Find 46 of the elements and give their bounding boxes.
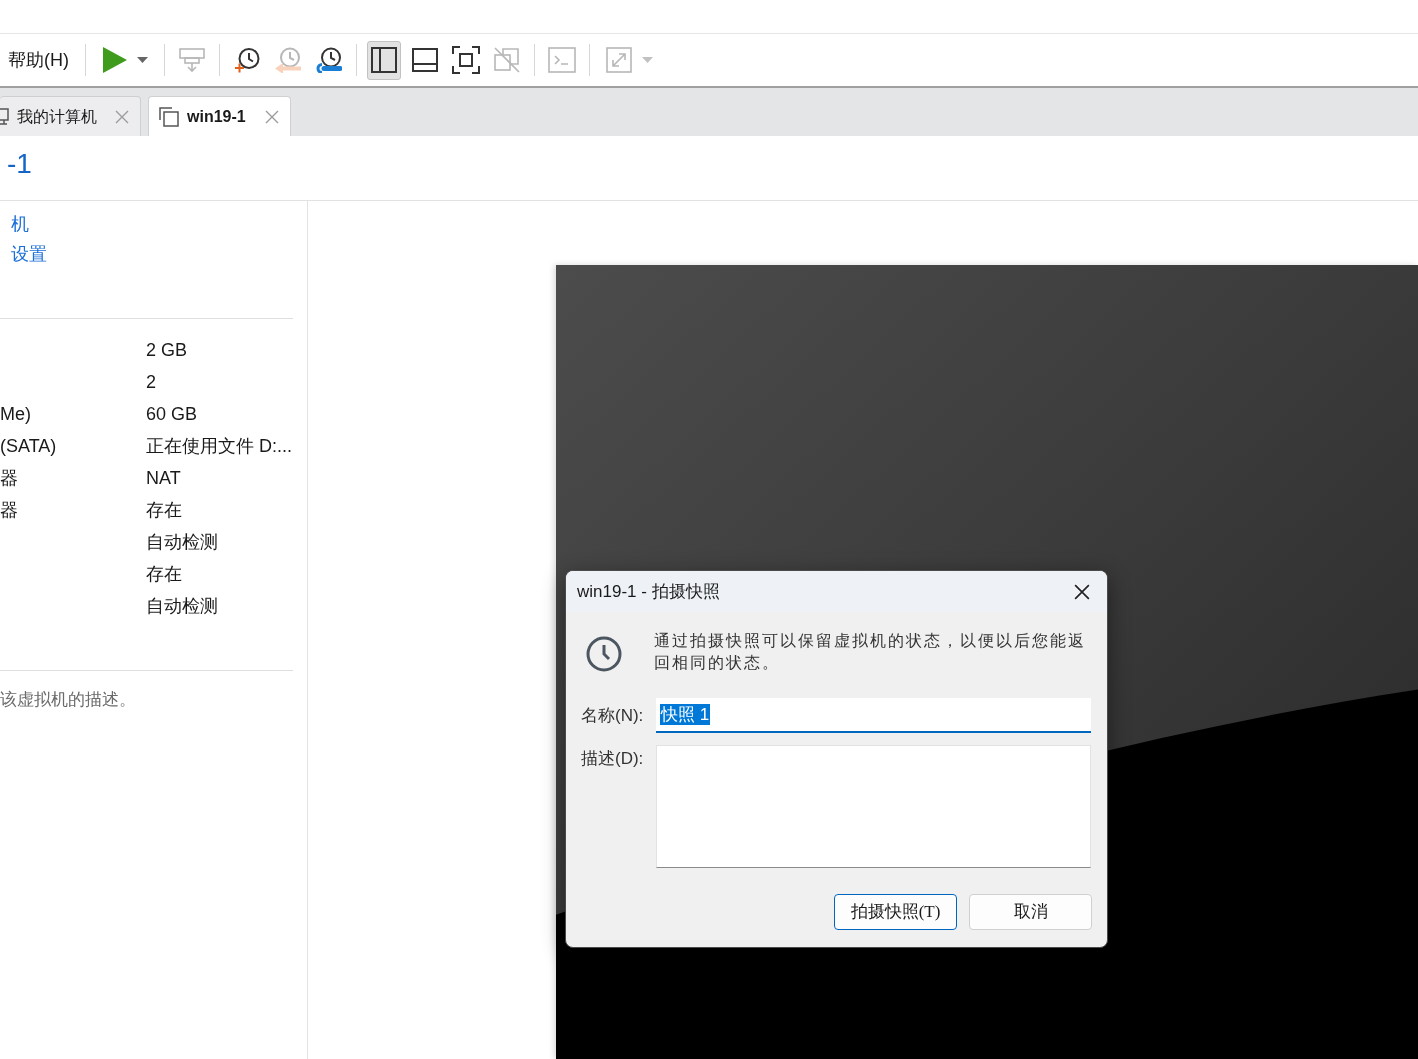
sidebar-layout-icon [371,47,397,73]
caret-icon [136,57,148,63]
description-input-field[interactable] [656,745,1091,868]
clock-wrench-icon [316,47,342,73]
clock-plus-icon [234,47,260,73]
name-input-field[interactable]: 快照 1 [656,698,1091,733]
dialog-message: 通过拍摄快照可以保留虚拟机的状态，以便以后您能返回相同的状态。 [654,631,1087,673]
dialog-button[interactable]: 取消 [969,894,1092,930]
bottom-panel-layout-icon [412,48,438,72]
device-label: Me) [0,403,31,424]
device-value: 正在使用文件 D:... [146,434,292,458]
action-link[interactable]: 机 [0,209,29,239]
caret-icon [641,57,653,63]
description-text: 该虚拟机的描述。 [0,689,136,711]
device-value: 自动检测 [146,530,218,554]
fullscreen-icon [452,46,480,74]
play-icon [102,47,127,73]
clock-icon [586,636,622,672]
dialog-button[interactable]: 拍摄快照(T) [834,894,957,930]
box-down-arrow-icon [179,47,205,73]
device-label: 器 [0,467,18,488]
overlapping-squares-icon [159,106,179,127]
dialog-title: win19-1 - 拍摄快照 [577,580,720,603]
device-label: 器 [0,499,18,520]
device-value: 2 GB [146,338,188,362]
vm-title: -1 [7,148,32,179]
crossed-windows-icon [494,47,520,73]
toolbar-button[interactable] [367,40,401,80]
device-label: (SATA) [0,435,57,456]
device-value: 存在 [146,562,182,586]
field-label: 描述(D): [581,748,645,770]
device-value: 2 [146,370,156,394]
tab[interactable]: 我的计算机 [0,96,141,136]
action-link[interactable]: 设置 [0,239,47,269]
help-menu[interactable]: 帮助(H) [8,46,69,74]
field-label: 名称(N): [581,704,645,727]
device-value: 60 GB [146,402,198,426]
console-icon [548,47,576,73]
device-value: 存在 [146,498,182,522]
tab[interactable]: win19-1 [148,96,291,136]
monitor-icon [0,108,9,125]
close-icon[interactable] [1074,583,1090,600]
device-value: NAT [146,466,181,490]
clock-arrow-icon [275,47,301,73]
device-value: 自动检测 [146,594,218,618]
diagonal-arrows-icon [605,47,632,73]
